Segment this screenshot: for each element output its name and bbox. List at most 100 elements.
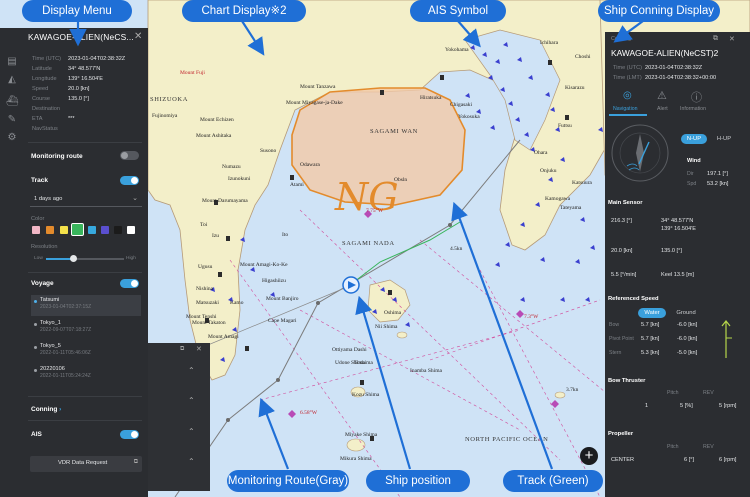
place-label: Udone Shima bbox=[335, 360, 366, 366]
place-label: Ottiyama Dashi bbox=[332, 347, 367, 353]
rot-value: 5.5 [°/min] bbox=[611, 272, 637, 278]
speed-row-b: -5.0 [kn] bbox=[677, 350, 698, 356]
place-label: SHIZUOKA bbox=[150, 96, 189, 103]
depth-label: 4.5kn bbox=[450, 246, 463, 252]
chevron-up-icon[interactable]: ⌃ bbox=[188, 457, 195, 466]
divider bbox=[28, 396, 142, 397]
place-label: Atami bbox=[290, 182, 304, 188]
place-label: Inamba Shima bbox=[410, 368, 442, 374]
tab-navigation[interactable]: ◎ Navigation bbox=[609, 88, 647, 116]
place-label: Ohara bbox=[534, 150, 548, 156]
divider bbox=[28, 142, 142, 143]
close-icon[interactable]: ✕ bbox=[196, 345, 202, 353]
head-up-button[interactable]: H-UP bbox=[711, 134, 737, 144]
place-label: Ugusu bbox=[198, 264, 213, 270]
color-swatch-pink[interactable] bbox=[32, 226, 40, 234]
place-label: Ito bbox=[282, 232, 289, 238]
speed-row-a: 5.7 [kn] bbox=[641, 336, 660, 342]
conning-vessel-title: KAWAGOE-ALIEN(NeCST)2 bbox=[611, 48, 719, 58]
chart-tool-panel: ⧉ ✕ ⌃ ⌃ ⌃ ⌃ bbox=[148, 343, 210, 491]
place-label: Mount Ashitaka bbox=[196, 133, 232, 139]
ship-icon[interactable]: ⛴ bbox=[6, 96, 19, 108]
info-row: Longitude 139° 16.504'E bbox=[32, 76, 104, 82]
color-swatch-yellow[interactable] bbox=[60, 226, 68, 234]
resolution-high-label: High bbox=[126, 256, 136, 261]
place-label: Kamo bbox=[230, 300, 244, 306]
track-period-select[interactable]: 1 days ago ⌄ bbox=[30, 193, 142, 207]
track-toggle[interactable] bbox=[120, 176, 139, 185]
vessel-title: KAWAGOE-ALIEN(NeCS... bbox=[28, 32, 134, 42]
tab-information[interactable]: ⓘ Information bbox=[679, 88, 715, 116]
island-niijima bbox=[396, 331, 408, 339]
chart-icon[interactable]: ◭ bbox=[6, 74, 18, 86]
place-label: Izu bbox=[212, 233, 220, 239]
color-swatch-blue[interactable] bbox=[88, 226, 96, 234]
color-swatch-green-selected[interactable] bbox=[71, 223, 84, 236]
north-up-button[interactable]: N-UP bbox=[681, 134, 707, 144]
chevron-right-icon: › bbox=[59, 406, 62, 413]
chevron-up-icon[interactable]: ⌃ bbox=[188, 396, 195, 405]
course-value: 135.0 [°] bbox=[661, 248, 682, 254]
place-label: Cape Magari bbox=[268, 318, 297, 324]
water-toggle-button[interactable]: Water bbox=[638, 308, 666, 318]
voyage-item[interactable]: Tokyo_5 2022-01-11T05:46:06Z bbox=[31, 341, 141, 362]
close-icon[interactable]: ✕ bbox=[134, 31, 142, 42]
place-label: Susono bbox=[260, 148, 277, 154]
place-label: SAGAMI WAN bbox=[370, 128, 418, 135]
voyage-item[interactable]: Tatsumi 2023-01-04T02:37:15Z bbox=[31, 295, 141, 316]
time-utc-row: Time (UTC) 2023-01-04T02:38:32Z bbox=[613, 65, 703, 71]
speed-row-b: -6.0 [kn] bbox=[677, 322, 698, 328]
conning-link[interactable]: Conning › bbox=[31, 406, 61, 413]
time-lmt-row: Time (LMT) 2023-01-04T02:38:32+00:00 bbox=[613, 75, 717, 81]
place-label: SAGAMI NADA bbox=[342, 240, 395, 247]
color-swatch-black[interactable] bbox=[114, 226, 122, 234]
track-label: Track bbox=[31, 177, 48, 184]
place-label: Mount Miyagase-ja-Dake bbox=[286, 100, 343, 106]
vdr-data-request-button[interactable]: VDR Data Request ⧉ bbox=[30, 456, 142, 472]
chevron-up-icon[interactable]: ⌃ bbox=[188, 427, 195, 436]
variation-label: 6.58°W bbox=[300, 410, 318, 416]
variation-label: 7.3°W bbox=[524, 314, 539, 320]
callout-chart-display: Chart Display※2 bbox=[182, 0, 306, 22]
wind-dir-value: 197.1 [°] bbox=[707, 171, 728, 177]
voyage-item[interactable]: 20220106 2022-01-11T05:24:24Z bbox=[31, 364, 141, 385]
conning-header: Conning bbox=[611, 36, 632, 42]
close-icon[interactable]: ✕ bbox=[729, 35, 735, 43]
ais-toggle[interactable] bbox=[120, 430, 139, 439]
color-swatch-orange[interactable] bbox=[46, 226, 54, 234]
wind-spd-key: Spd bbox=[687, 181, 697, 187]
rev-header: REV bbox=[703, 444, 714, 450]
color-swatch-purple[interactable] bbox=[101, 226, 109, 234]
chevron-up-icon[interactable]: ⌃ bbox=[188, 366, 195, 375]
drift-vector-icon bbox=[721, 320, 732, 358]
tab-alert[interactable]: ⚠ Alert bbox=[647, 88, 681, 116]
propeller-rev: 6 [rpm] bbox=[719, 457, 737, 463]
rev-header: REV bbox=[703, 390, 714, 396]
warning-icon: ⚠ bbox=[657, 90, 667, 102]
voyage-item[interactable]: Tokyo_1 2022-09-07T07:18:27Z bbox=[31, 318, 141, 339]
color-swatch-white[interactable] bbox=[127, 226, 135, 234]
voyage-toggle[interactable] bbox=[120, 279, 139, 288]
monitoring-route-label: Monitoring route bbox=[31, 153, 83, 160]
monitoring-route-waypoints bbox=[226, 223, 452, 422]
resolution-low-label: Low bbox=[34, 256, 43, 261]
speed-value: 20.0 [kn] bbox=[611, 248, 633, 254]
zoom-in-button[interactable]: + bbox=[580, 447, 598, 465]
popout-icon[interactable]: ⧉ bbox=[180, 346, 184, 353]
copy-icon: ⧉ bbox=[133, 459, 138, 465]
popout-icon[interactable]: ⧉ bbox=[713, 35, 718, 43]
gear-icon[interactable]: ⚙ bbox=[6, 132, 18, 144]
divider bbox=[28, 272, 142, 273]
track-line bbox=[349, 221, 461, 286]
propeller-pitch: 6 [°] bbox=[684, 457, 695, 463]
thruster-rev: 5 [rpm] bbox=[719, 403, 737, 409]
resolution-slider-track[interactable] bbox=[46, 258, 124, 260]
monitoring-route-toggle[interactable] bbox=[120, 151, 139, 160]
ruler-icon[interactable]: ✎ bbox=[6, 114, 18, 126]
callout-ship-position: Ship position bbox=[366, 470, 470, 492]
resolution-slider-handle[interactable] bbox=[70, 255, 77, 262]
place-label: Mount Banjiro bbox=[266, 296, 299, 302]
layers-icon[interactable]: ▤ bbox=[6, 56, 18, 68]
ground-toggle-button[interactable]: Ground bbox=[671, 308, 701, 318]
island-kozushima bbox=[346, 438, 366, 452]
